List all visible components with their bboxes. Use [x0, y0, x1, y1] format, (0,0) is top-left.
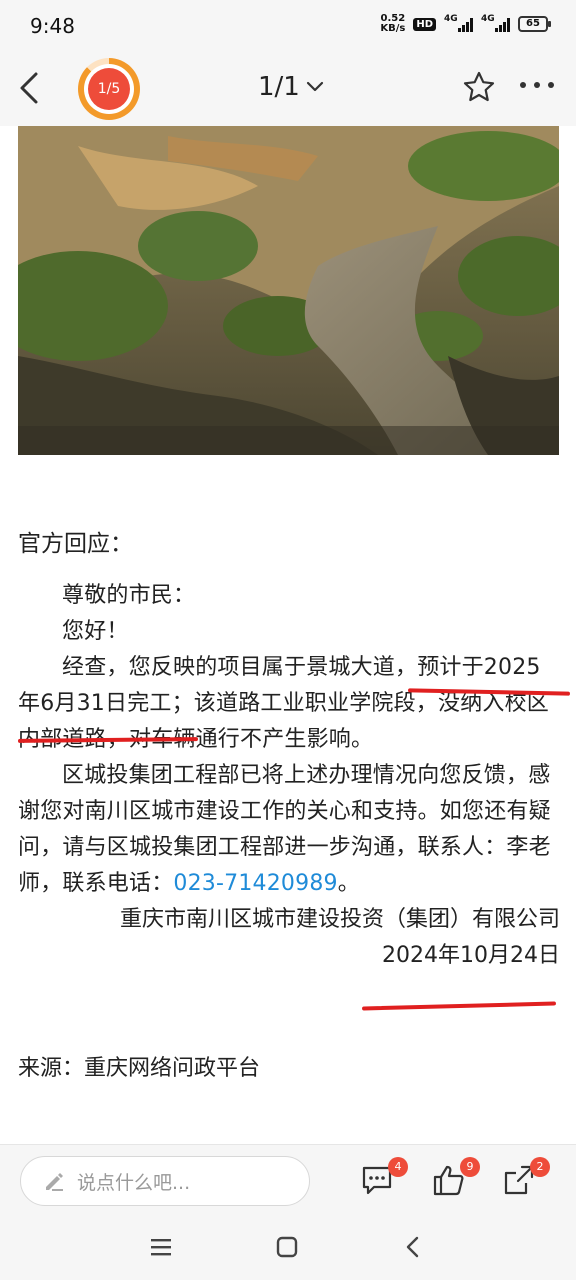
- landslide-photo: [18, 126, 559, 455]
- favorite-button[interactable]: [462, 70, 496, 104]
- chevron-down-icon: [306, 81, 323, 92]
- hd-voice-icon: HD: [413, 17, 436, 31]
- signal-icon-sim2: 4G: [481, 14, 510, 32]
- more-dot-icon: [520, 82, 526, 88]
- comment-input[interactable]: 说点什么吧...: [20, 1156, 310, 1206]
- star-icon: [463, 71, 495, 102]
- share-button[interactable]: 2: [502, 1157, 550, 1199]
- phone-link[interactable]: 023-71420989: [173, 871, 337, 896]
- status-indicators: 0.52 KB/s HD 4G 4G 65: [380, 14, 551, 34]
- status-time: 9:48: [30, 14, 75, 38]
- article-body: 官方回应： 尊敬的市民： 您好！ 经查，您反映的项目属于景城大道，预计于2025…: [18, 526, 560, 974]
- more-dot-icon: [534, 82, 540, 88]
- menu-icon: [151, 1239, 171, 1256]
- more-dot-icon: [548, 82, 554, 88]
- chevron-left-icon: [406, 1236, 419, 1258]
- signal-label-sim1: 4G: [444, 14, 458, 24]
- underline-mark: [361, 1001, 557, 1011]
- like-button[interactable]: 9: [432, 1157, 480, 1199]
- comment-bar: 说点什么吧... 4 9 2: [0, 1144, 576, 1214]
- system-nav-bar: [0, 1214, 576, 1280]
- more-options-button[interactable]: [520, 82, 560, 94]
- comment-count-badge: 4: [388, 1157, 408, 1177]
- like-count-badge: 9: [460, 1157, 480, 1177]
- paragraph-2: 区城投集团工程部已将上述办理情况向您反馈，感谢您对南川区城市建设工作的关心和支持…: [18, 758, 560, 902]
- greeting: 尊敬的市民：: [62, 583, 196, 608]
- home-square-icon: [276, 1236, 298, 1258]
- network-speed-unit: KB/s: [380, 23, 406, 34]
- top-nav-bar: 1/5 1/1: [0, 52, 576, 126]
- comments-button[interactable]: 4: [360, 1157, 408, 1199]
- back-button[interactable]: [14, 70, 44, 106]
- chevron-left-icon: [20, 72, 38, 104]
- progress-avatar[interactable]: 1/5: [78, 58, 140, 120]
- page-indicator-text: 1/1: [258, 72, 300, 102]
- signal-icon-sim1: 4G: [444, 14, 473, 32]
- hello: 您好！: [62, 619, 129, 644]
- page-selector[interactable]: 1/1: [258, 72, 324, 102]
- pencil-icon: [46, 1173, 63, 1191]
- network-speed: 0.52 KB/s: [380, 14, 405, 34]
- share-count-badge: 2: [530, 1157, 550, 1177]
- org-name: 重庆市南川区城市建设投资（集团）有限公司: [119, 907, 560, 932]
- recent-apps-button[interactable]: [148, 1234, 174, 1260]
- comment-placeholder: 说点什么吧...: [77, 1171, 191, 1194]
- paragraph-1-part1: 经查，您反映的项目属于景城大道，: [62, 655, 418, 680]
- section-title: 官方回应：: [18, 531, 133, 557]
- paragraph-2-end: 。: [337, 871, 360, 896]
- reply-date: 2024年10月24日: [382, 943, 560, 968]
- status-bar: 9:48 0.52 KB/s HD 4G 4G 65: [0, 0, 576, 52]
- source-line: 来源：重庆网络问政平台: [18, 1056, 261, 1081]
- progress-counter: 1/5: [88, 68, 130, 110]
- battery-icon: 65: [518, 16, 551, 32]
- system-back-button[interactable]: [400, 1234, 426, 1260]
- home-button[interactable]: [274, 1234, 300, 1260]
- signal-label-sim2: 4G: [481, 14, 495, 24]
